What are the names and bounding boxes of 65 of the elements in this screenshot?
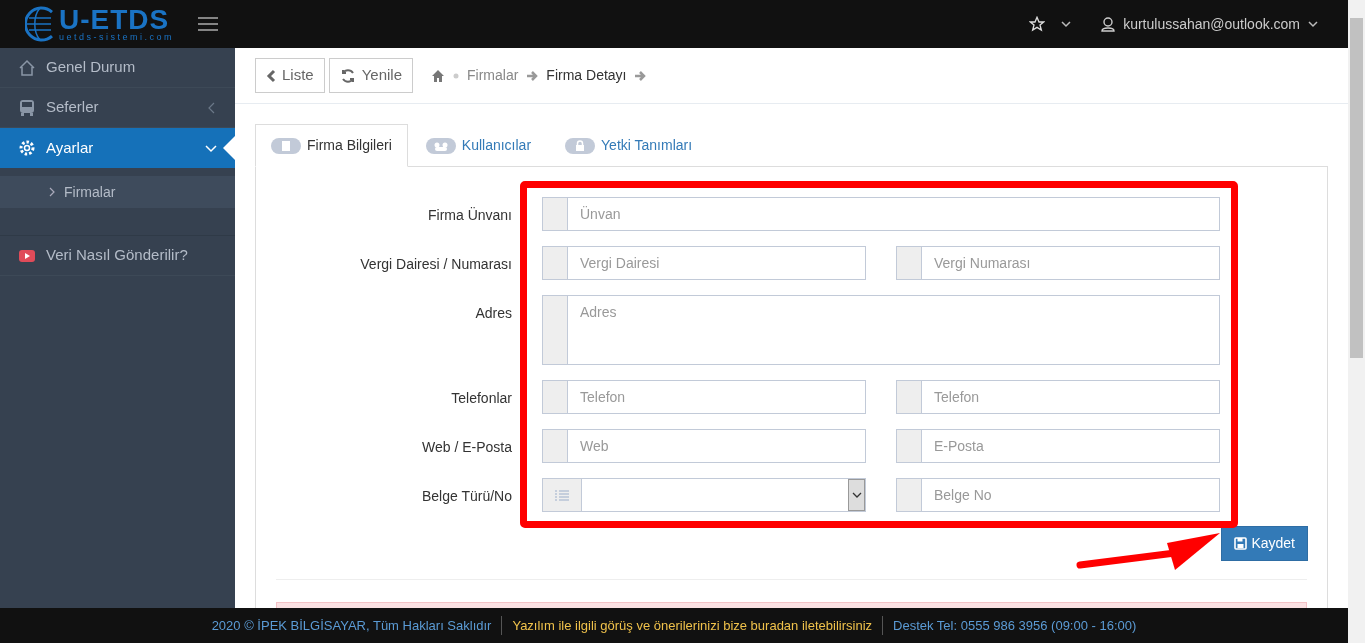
input-addon bbox=[896, 429, 922, 463]
arrow-right-icon bbox=[634, 69, 647, 82]
sidebar-item[interactable]: Veri Nasıl Gönderilir? bbox=[0, 236, 235, 276]
brand-tagline: uetds-sistemi.com bbox=[59, 32, 175, 42]
globe-icon bbox=[25, 6, 55, 42]
menu-icon[interactable] bbox=[198, 16, 219, 32]
input-addon bbox=[896, 478, 922, 512]
arrow-right-icon bbox=[526, 69, 539, 82]
input-field[interactable]: Telefon bbox=[568, 380, 866, 414]
caret-icon[interactable] bbox=[1308, 20, 1318, 28]
caret-icon bbox=[851, 491, 862, 499]
footer-text: 2020 © İPEK BİLGİSAYAR, Tüm Hakları Saklıdır bbox=[211, 616, 492, 635]
input-field[interactable]: Belge No bbox=[922, 478, 1220, 512]
users-icon bbox=[425, 137, 456, 154]
tab[interactable]: Firma Bilgileri bbox=[255, 124, 408, 167]
home-icon bbox=[18, 58, 36, 77]
refresh-button[interactable]: Yenile bbox=[328, 58, 413, 93]
save-button[interactable]: Kaydet bbox=[1221, 526, 1308, 561]
user-email[interactable]: kurtulussahan@outlook.com bbox=[1123, 13, 1300, 35]
sidebar-item[interactable]: Ayarlar bbox=[0, 128, 235, 168]
separator-dot-icon bbox=[453, 72, 459, 79]
input-field[interactable]: Telefon bbox=[922, 380, 1220, 414]
footer-text: Destek Tel: 0555 986 3956 (09:00 - 16:00) bbox=[882, 615, 1137, 636]
input-field[interactable]: E-Posta bbox=[922, 429, 1220, 463]
user-icon bbox=[1101, 16, 1116, 32]
sidebar-subitem[interactable]: Firmalar bbox=[0, 176, 235, 208]
field-label: Belge Türü/No bbox=[421, 487, 513, 506]
input-field[interactable]: Ünvan bbox=[568, 197, 1220, 231]
field-label: Telefonlar bbox=[450, 389, 513, 408]
star-icon[interactable] bbox=[1029, 16, 1046, 32]
brand-name: U-ETDS bbox=[59, 6, 170, 33]
input-addon bbox=[896, 246, 922, 280]
field-label: Vergi Dairesi / Numarası bbox=[359, 255, 513, 274]
refresh-icon bbox=[339, 67, 356, 84]
building-icon bbox=[271, 137, 301, 154]
scrollbar[interactable] bbox=[1348, 0, 1365, 643]
caret-icon[interactable] bbox=[1061, 20, 1072, 28]
chevron-left-icon bbox=[266, 68, 276, 83]
input-addon bbox=[542, 429, 568, 463]
field-label: Adres bbox=[474, 304, 513, 323]
home-icon[interactable] bbox=[431, 68, 445, 83]
input-addon bbox=[542, 380, 568, 414]
breadcrumb-link[interactable]: Firmalar bbox=[467, 65, 519, 86]
input-addon bbox=[542, 295, 568, 365]
gear-icon bbox=[18, 139, 36, 157]
input-addon bbox=[542, 197, 568, 231]
logo[interactable]: U-ETDS uetds-sistemi.com bbox=[25, 6, 175, 42]
input-field[interactable]: Web bbox=[568, 429, 866, 463]
input-addon bbox=[896, 380, 922, 414]
bus-icon bbox=[18, 98, 36, 117]
tab[interactable]: Kullanıcılar bbox=[409, 124, 548, 167]
save-icon bbox=[1234, 537, 1248, 550]
select-field[interactable] bbox=[582, 478, 866, 512]
lock-icon bbox=[565, 137, 596, 154]
list-button[interactable]: Liste bbox=[255, 58, 325, 93]
input-addon bbox=[542, 246, 568, 280]
field-label: Web / E-Posta bbox=[421, 438, 513, 457]
input-field[interactable]: Vergi Numarası bbox=[922, 246, 1220, 280]
input-field[interactable]: Vergi Dairesi bbox=[568, 246, 866, 280]
textarea-field[interactable]: Adres bbox=[568, 295, 1220, 365]
footer-text[interactable]: Yazılım ile ilgili görüş ve önerilerinizi bize buradan iletebilirsiniz bbox=[501, 615, 873, 636]
chevron-right-icon bbox=[48, 187, 56, 197]
field-label: Firma Ünvanı bbox=[426, 206, 513, 225]
tab[interactable]: Yetki Tanımları bbox=[549, 124, 709, 167]
list-icon bbox=[555, 489, 569, 501]
